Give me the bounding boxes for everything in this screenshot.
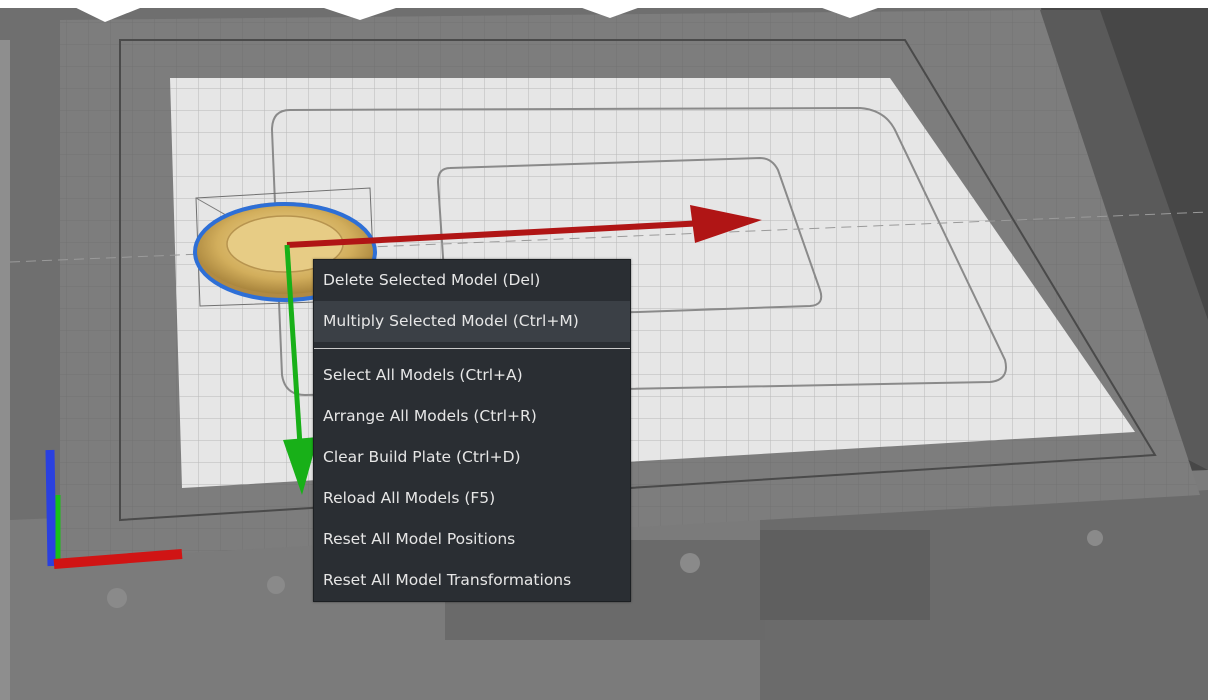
menu-item-delete-selected-model[interactable]: Delete Selected Model (Del)	[314, 260, 630, 301]
menu-item-multiply-selected-model[interactable]: Multiply Selected Model (Ctrl+M)	[314, 301, 630, 342]
menu-item-reload-all-models[interactable]: Reload All Models (F5)	[314, 478, 630, 519]
menu-item-select-all-models[interactable]: Select All Models (Ctrl+A)	[314, 355, 630, 396]
base-hole	[107, 588, 127, 608]
menu-item-reset-all-model-positions[interactable]: Reset All Model Positions	[314, 519, 630, 560]
menu-item-clear-build-plate[interactable]: Clear Build Plate (Ctrl+D)	[314, 437, 630, 478]
menu-separator	[314, 348, 630, 349]
base-hole	[267, 576, 285, 594]
context-menu: Delete Selected Model (Del) Multiply Sele…	[313, 259, 631, 602]
corner-z-axis	[45, 449, 57, 567]
menu-item-arrange-all-models[interactable]: Arrange All Models (Ctrl+R)	[314, 396, 630, 437]
base-block-2	[760, 530, 930, 620]
base-hole	[1087, 530, 1103, 546]
printer-frame-left	[0, 40, 10, 700]
menu-item-reset-all-model-transformations[interactable]: Reset All Model Transformations	[314, 560, 630, 601]
base-hole	[680, 553, 700, 573]
